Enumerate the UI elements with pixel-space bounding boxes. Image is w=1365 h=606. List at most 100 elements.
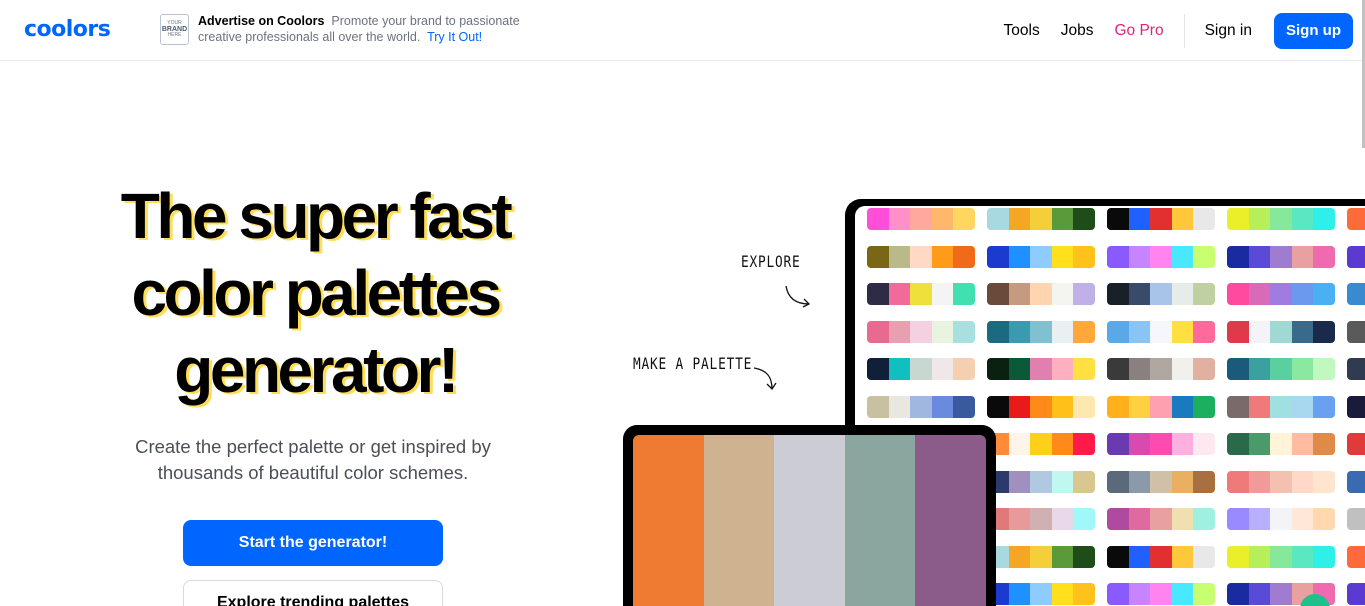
palette-card[interactable]: [1347, 470, 1365, 493]
palette-card[interactable]: [1347, 358, 1365, 380]
palette-card[interactable]: [1107, 283, 1215, 305]
palette-card[interactable]: [1227, 208, 1335, 230]
generator-color-swatch[interactable]: [774, 435, 845, 606]
generator-color-swatch[interactable]: [844, 435, 916, 606]
palette-swatch: [1051, 583, 1074, 605]
palette-card[interactable]: [1107, 320, 1215, 343]
nav-tools[interactable]: Tools: [1004, 22, 1040, 40]
generator-color-swatch[interactable]: [703, 435, 775, 606]
nav-go-pro[interactable]: Go Pro: [1114, 22, 1163, 40]
sign-in-link[interactable]: Sign in: [1205, 22, 1252, 40]
palette-card[interactable]: [987, 283, 1095, 305]
palette-card[interactable]: [987, 358, 1095, 380]
palette-swatch: [1128, 283, 1151, 305]
palette-card[interactable]: [1107, 508, 1215, 530]
palette-swatch: [1248, 245, 1271, 268]
palette-card[interactable]: [1227, 470, 1335, 493]
palette-card[interactable]: [987, 508, 1095, 530]
palette-card[interactable]: [1107, 245, 1215, 268]
palette-card[interactable]: [1107, 545, 1215, 568]
palette-swatch: [1227, 245, 1249, 268]
palette-swatch: [1313, 395, 1335, 418]
palette-card[interactable]: [1347, 433, 1365, 455]
palette-swatch: [910, 245, 932, 268]
palette-swatch: [1107, 358, 1129, 380]
palette-card[interactable]: [1227, 320, 1335, 343]
palette-card[interactable]: [867, 283, 975, 305]
palette-card[interactable]: [867, 320, 975, 343]
palette-card[interactable]: [1227, 433, 1335, 455]
palette-card[interactable]: [1227, 283, 1335, 305]
palette-card[interactable]: [987, 245, 1095, 268]
palette-card[interactable]: [867, 208, 975, 230]
ad-cta-link[interactable]: Try It Out!: [427, 30, 482, 44]
sign-up-button[interactable]: Sign up: [1274, 13, 1353, 49]
palette-swatch: [1128, 245, 1151, 268]
generator-color-swatch[interactable]: [633, 435, 704, 606]
palette-swatch: [1313, 283, 1335, 305]
palette-card[interactable]: [987, 320, 1095, 343]
palette-card[interactable]: [1107, 208, 1215, 230]
palette-card[interactable]: [1107, 358, 1215, 380]
palette-swatch: [1270, 395, 1292, 418]
palette-card[interactable]: [1347, 583, 1365, 605]
palette-swatch: [1073, 433, 1095, 455]
explore-palettes-button[interactable]: Explore trending palettes: [183, 580, 443, 606]
palette-swatch: [1008, 470, 1031, 493]
palette-card[interactable]: [1347, 283, 1365, 305]
generator-color-swatch[interactable]: [915, 435, 986, 606]
palette-card[interactable]: [1347, 208, 1365, 230]
palette-swatch: [953, 283, 975, 305]
palette-card[interactable]: [1347, 245, 1365, 268]
palette-card[interactable]: [1227, 245, 1335, 268]
palette-card[interactable]: [1347, 508, 1365, 530]
palette-swatch: [1008, 208, 1031, 230]
palette-swatch: [1248, 508, 1271, 530]
palette-swatch: [1008, 245, 1031, 268]
ad-banner[interactable]: YOUR BRAND HERE Advertise on Coolors Pro…: [160, 14, 538, 45]
palette-swatch: [1051, 320, 1074, 343]
palette-swatch: [1030, 508, 1052, 530]
palette-swatch: [910, 208, 932, 230]
palette-swatch: [1128, 433, 1151, 455]
start-generator-button[interactable]: Start the generator!: [183, 520, 443, 566]
palette-card[interactable]: [1107, 470, 1215, 493]
palette-swatch: [953, 358, 975, 380]
palette-card[interactable]: [1227, 508, 1335, 530]
palette-card[interactable]: [1227, 358, 1335, 380]
palette-card[interactable]: [1107, 583, 1215, 605]
palette-card[interactable]: [1107, 433, 1215, 455]
palette-swatch: [987, 320, 1009, 343]
palette-swatch: [1270, 208, 1292, 230]
palette-card[interactable]: [1347, 320, 1365, 343]
palette-swatch: [1248, 358, 1271, 380]
palette-swatch: [953, 395, 975, 418]
palette-card[interactable]: [1347, 395, 1365, 418]
make-palette-arrow-icon: [753, 367, 777, 391]
palette-swatch: [1270, 470, 1292, 493]
palette-swatch: [1248, 283, 1271, 305]
palette-card[interactable]: [867, 245, 975, 268]
palette-swatch: [1008, 508, 1031, 530]
palette-swatch: [1107, 545, 1129, 568]
palette-swatch: [1030, 358, 1052, 380]
palette-card[interactable]: [987, 395, 1095, 418]
palette-card[interactable]: [987, 545, 1095, 568]
palette-card[interactable]: [1107, 395, 1215, 418]
palette-card[interactable]: [987, 433, 1095, 455]
palette-swatch: [1227, 508, 1249, 530]
palette-swatch: [1270, 283, 1292, 305]
palette-card[interactable]: [1227, 395, 1335, 418]
palette-card[interactable]: [987, 208, 1095, 230]
palette-card[interactable]: [987, 470, 1095, 493]
coolors-logo[interactable]: coolors: [24, 17, 111, 42]
palette-card[interactable]: [867, 395, 975, 418]
palette-card[interactable]: [1227, 545, 1335, 568]
palette-card[interactable]: [1347, 545, 1365, 568]
palette-swatch: [1150, 508, 1172, 530]
palette-card[interactable]: [987, 583, 1095, 605]
palette-swatch: [1313, 245, 1335, 268]
palette-card[interactable]: [867, 358, 975, 380]
nav-jobs[interactable]: Jobs: [1061, 22, 1094, 40]
palette-swatch: [867, 208, 889, 230]
